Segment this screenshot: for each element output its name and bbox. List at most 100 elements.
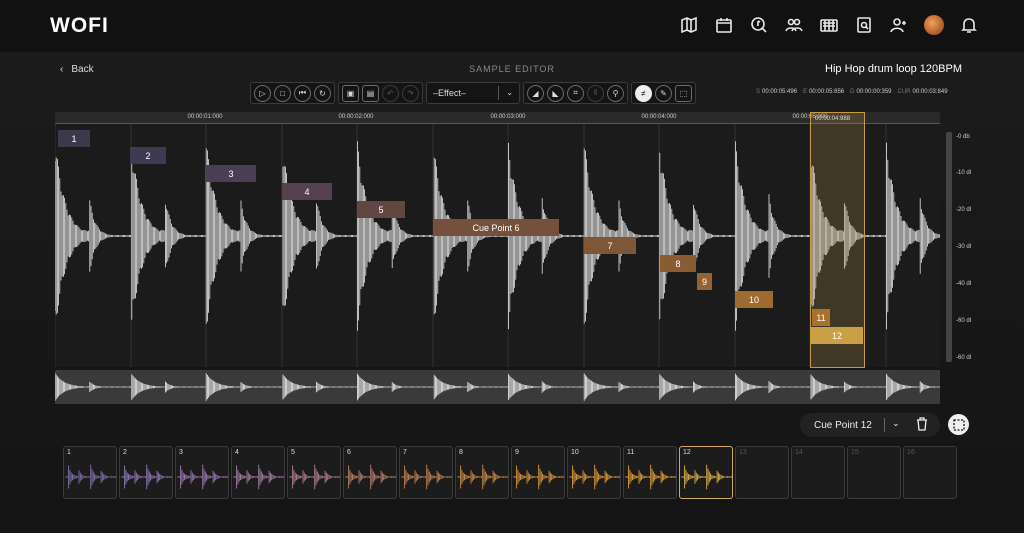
snap-icon[interactable]: ≠ [635,84,652,102]
pad-7[interactable]: 7 [399,446,453,499]
stop-icon[interactable]: □ [274,84,291,102]
cue-point-11[interactable]: 11 [812,309,830,326]
music-search-icon[interactable] [748,14,770,36]
user-add-icon[interactable] [888,14,910,36]
db-label: -10 dI [956,170,972,176]
db-label: -0 db [956,134,970,140]
selection-mode-icon[interactable] [948,414,969,435]
rewind-icon[interactable]: ⏮ [294,84,311,102]
pad-number: 16 [907,449,915,456]
loop-icon[interactable]: ↻ [314,84,331,102]
pad-3[interactable]: 3 [175,446,229,499]
toolbar: ▷ □ ⏮ ↻ ▣ ▤ ↶ ↷ –Effect– ⌄ ◢ ◣ ⌗ ⦀ ⚲ ≠ ✎… [250,82,696,104]
top-bar: WOFI [0,0,1024,52]
fade-in-icon[interactable]: ◢ [527,84,544,102]
level-meter [946,132,952,362]
mode-group: ≠ ✎ ⬚ [631,82,696,104]
file-group: ▣ ▤ ↶ ↷ [338,82,423,104]
pin-icon[interactable]: ⚲ [607,84,624,102]
pad-waveform [513,464,564,490]
normalize-icon[interactable]: ⦀ [587,84,604,102]
cursor-time: CUR 00:00:03:849 [897,89,948,95]
effect-select[interactable]: –Effect– ⌄ [426,82,520,104]
keyboard-icon[interactable] [818,14,840,36]
sample-editor: ‹ Back SAMPLE EDITOR Hip Hop drum loop 12… [0,52,1024,533]
bell-icon[interactable] [958,14,980,36]
cue-selector[interactable]: Cue Point 12 ⌄ [800,413,940,437]
pad-number: 9 [515,449,519,456]
pad-waveform [65,464,116,490]
waveform-canvas[interactable] [54,124,940,367]
ruler-tick: 00:00:04:000 [641,114,677,120]
crop-icon[interactable]: ⌗ [567,84,584,102]
pad-grid: 1 2 3 4 5 6 7 8 9 10 11 12 13 14 15 16 [63,446,957,499]
pad-9[interactable]: 9 [511,446,565,499]
overview-lane[interactable] [54,370,940,404]
avatar[interactable] [923,14,945,36]
pad-waveform [121,464,172,490]
pad-waveform [177,464,228,490]
pad-number: 13 [739,449,747,456]
cue-point-8[interactable]: 8 [660,255,696,272]
trash-icon[interactable] [916,417,928,434]
pad-14[interactable]: 14 [791,446,845,499]
db-label: -20 dI [956,207,972,213]
pad-waveform [289,464,340,490]
save-icon[interactable]: ▣ [342,84,359,102]
cue-point-12[interactable]: 12 [811,327,863,344]
db-label: -60 dI [956,318,972,324]
pad-4[interactable]: 4 [231,446,285,499]
fade-out-icon[interactable]: ◣ [547,84,564,102]
pad-1[interactable]: 1 [63,446,117,499]
pad-2[interactable]: 2 [119,446,173,499]
people-icon[interactable] [783,14,805,36]
pad-number: 4 [235,449,239,456]
cue-point-4[interactable]: 4 [282,183,332,200]
cue-point-3[interactable]: 3 [206,165,256,182]
cue-point-5[interactable]: 5 [357,201,405,218]
search-document-icon[interactable] [853,14,875,36]
chevron-down-icon[interactable]: ⌄ [892,418,900,429]
pad-13[interactable]: 13 [735,446,789,499]
pad-12[interactable]: 12 [679,446,733,499]
pad-5[interactable]: 5 [287,446,341,499]
cue-point-2[interactable]: 2 [130,147,166,164]
select-all-icon[interactable]: ⬚ [675,84,692,102]
pad-16[interactable]: 16 [903,446,957,499]
pad-8[interactable]: 8 [455,446,509,499]
cue-point-7[interactable]: 7 [584,237,636,254]
time-readouts: S 00:00:05:496 E 00:00:05:856 D 00:00:00:35… [756,89,948,95]
play-icon[interactable]: ▷ [254,84,271,102]
pad-waveform [457,464,508,490]
marker-icon[interactable]: ✎ [655,84,672,102]
undo-icon[interactable]: ↶ [382,84,399,102]
pad-number: 7 [403,449,407,456]
top-icons [678,14,980,36]
pad-waveform [345,464,396,490]
redo-icon[interactable]: ↷ [402,84,419,102]
pad-number: 15 [851,449,859,456]
cue-point-10[interactable]: 10 [735,291,773,308]
pad-10[interactable]: 10 [567,446,621,499]
pad-15[interactable]: 15 [847,446,901,499]
duration-time: D 00:00:00:359 [850,89,892,95]
map-icon[interactable] [678,14,700,36]
pad-number: 8 [459,449,463,456]
pad-number: 3 [179,449,183,456]
pad-11[interactable]: 11 [623,446,677,499]
cue-point-9[interactable]: 9 [697,273,712,290]
pad-number: 2 [123,449,127,456]
pad-number: 10 [571,449,579,456]
pad-number: 11 [627,449,635,456]
save-as-icon[interactable]: ▤ [362,84,379,102]
chevron-down-icon: ⌄ [506,88,513,97]
cue-point-6[interactable]: Cue Point 6 [433,219,559,236]
waveform [54,124,940,367]
overview-waveform [54,373,940,401]
pad-6[interactable]: 6 [343,446,397,499]
cue-point-1[interactable]: 1 [58,130,90,147]
pad-waveform [401,464,452,490]
timeline-ruler[interactable]: 00:00:01:000 00:00:02:000 00:00:03:000 0… [55,112,940,124]
calendar-icon[interactable] [713,14,735,36]
edit-group: ◢ ◣ ⌗ ⦀ ⚲ [523,82,628,104]
